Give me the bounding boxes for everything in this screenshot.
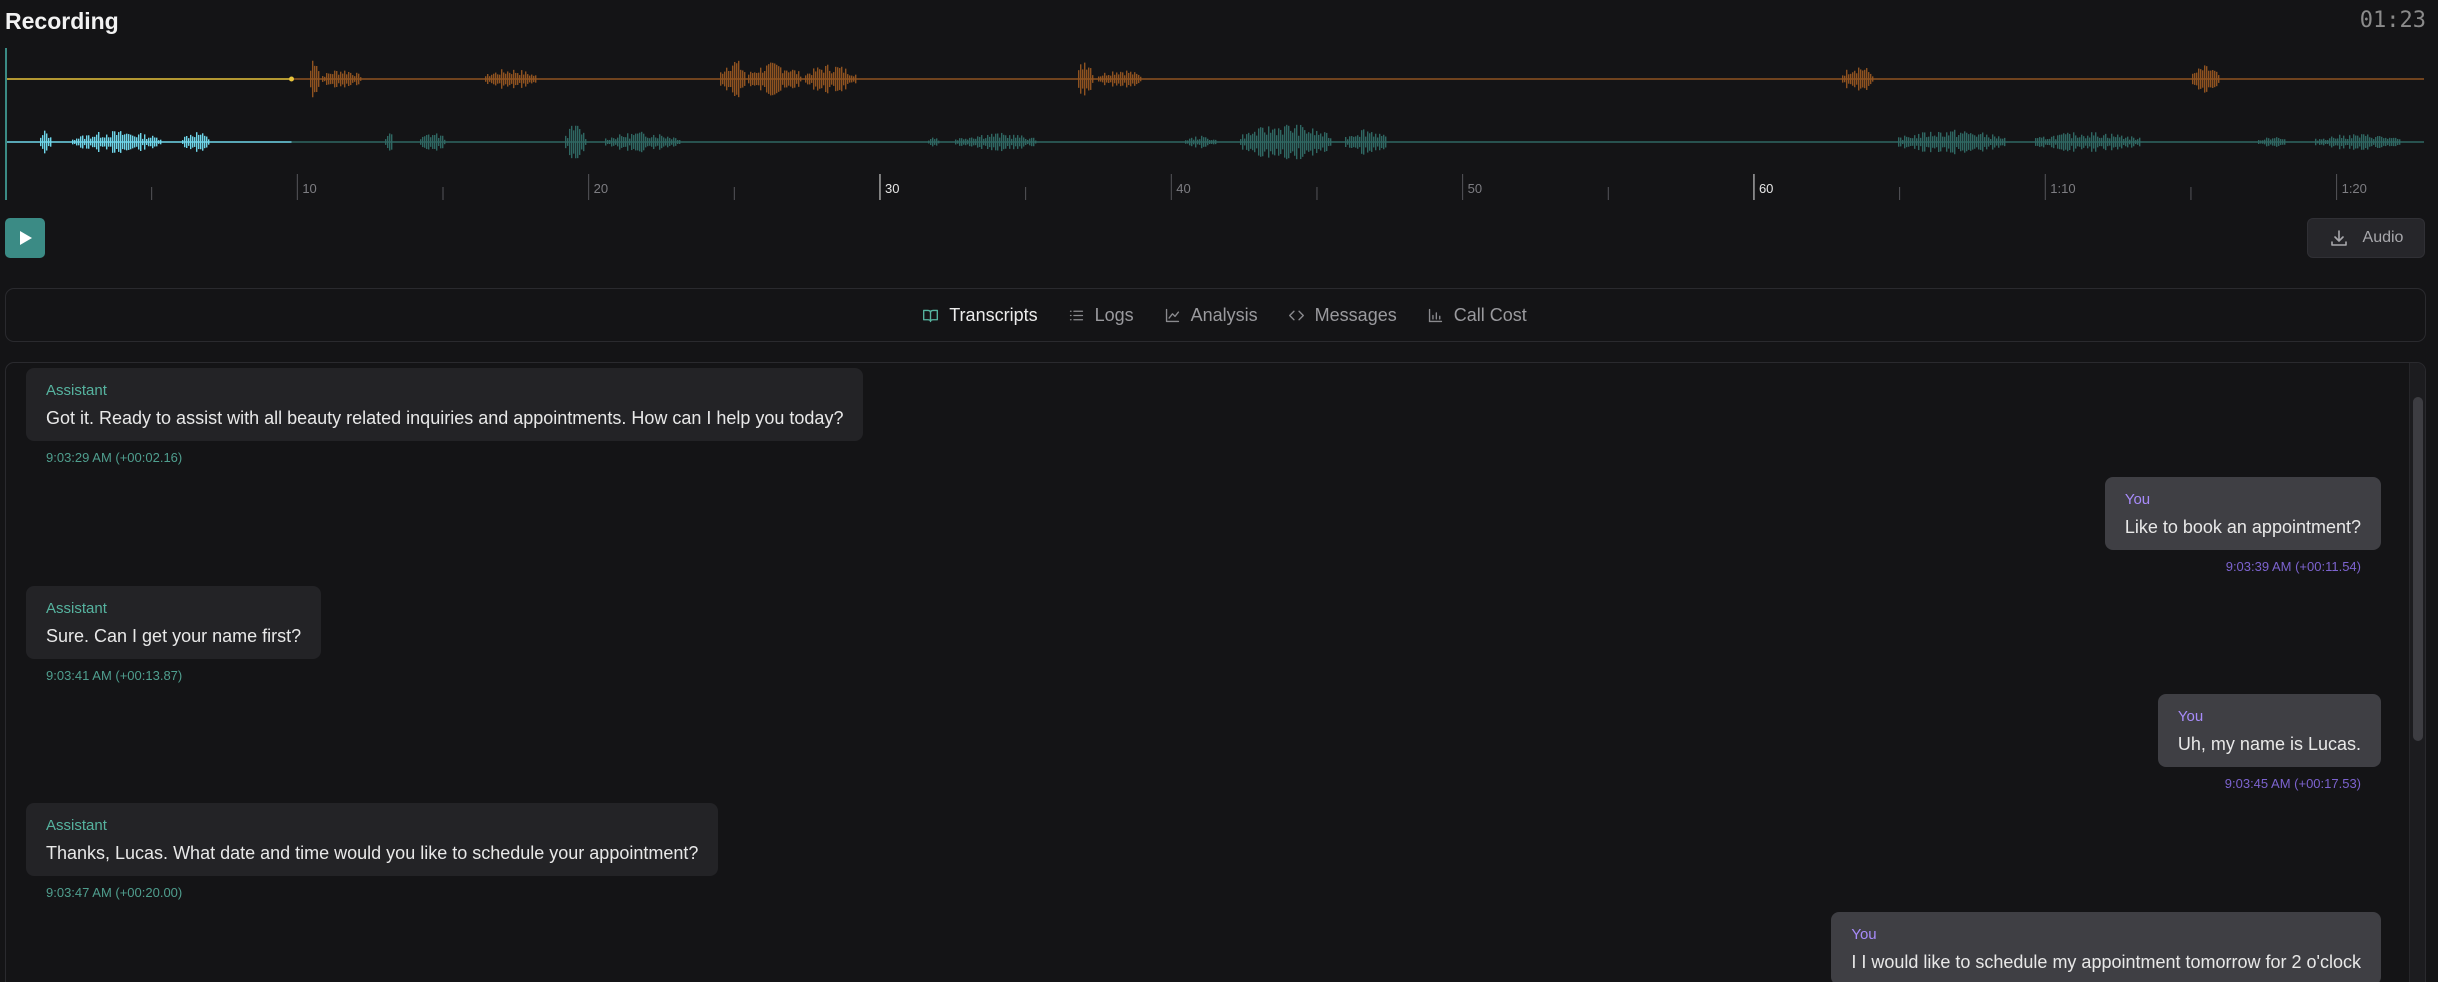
tab-logs[interactable]: Logs [1068, 305, 1134, 326]
book-open-icon [923, 309, 939, 322]
transcript-message: You I I would like to schedule my appoin… [1831, 912, 2381, 982]
waveform-channel-top [6, 60, 2424, 98]
transcript-panel[interactable]: Assistant Got it. Ready to assist with a… [5, 362, 2426, 982]
tab-label: Call Cost [1453, 304, 1527, 325]
timeline-tick-label: 10 [302, 181, 316, 196]
message-bubble: You Uh, my name is Lucas. [2157, 694, 2381, 767]
transcript-message: You Like to book an appointment? 9:03:39… [2104, 477, 2381, 574]
message-timestamp: 9:03:39 AM (+00:11.54) [2225, 559, 2361, 574]
list-icon [1069, 310, 1083, 320]
message-timestamp: 9:03:47 AM (+00:20.00) [46, 885, 183, 900]
tab-bar: Transcripts Logs Analysis Messages Call … [5, 288, 2426, 342]
message-bubble: You I I would like to schedule my appoin… [1831, 912, 2381, 982]
message-text: Like to book an appointment? [2124, 517, 2361, 537]
tab-call-cost[interactable]: Call Cost [1427, 305, 1527, 326]
timeline-tick-label: 50 [1468, 181, 1482, 196]
message-timestamp: 9:03:41 AM (+00:13.87) [46, 668, 183, 683]
code-icon [1288, 310, 1304, 320]
message-speaker: Assistant [46, 817, 107, 834]
playhead-marker [288, 76, 294, 82]
message-text: Got it. Ready to assist with all beauty … [46, 408, 844, 428]
tab-analysis[interactable]: Analysis [1164, 305, 1258, 326]
timeline-ticks: 10 20 30 40 50 60 1:10 1:20 [151, 174, 2367, 200]
transcript-message: Assistant Got it. Ready to assist with a… [26, 368, 864, 465]
transcript-scrollbar[interactable] [2409, 363, 2425, 982]
message-bubble: You Like to book an appointment? [2104, 477, 2381, 550]
timeline-tick-label: 60 [1759, 181, 1773, 196]
message-bubble: Assistant Thanks, Lucas. What date and t… [26, 803, 719, 876]
message-text: Uh, my name is Lucas. [2177, 734, 2361, 754]
scrollbar-thumb[interactable] [2413, 397, 2423, 741]
transcript-message: Assistant Thanks, Lucas. What date and t… [26, 803, 719, 900]
line-chart-icon [1165, 308, 1179, 322]
tab-label: Transcripts [949, 304, 1038, 325]
message-text: I I would like to schedule my appointmen… [1851, 952, 2361, 972]
download-audio-button[interactable]: Audio [2307, 218, 2425, 258]
audio-waveform[interactable]: 10 20 30 40 50 60 1:10 1:20 [0, 44, 2438, 204]
tab-label: Logs [1094, 304, 1134, 325]
bar-chart-icon [1428, 308, 1442, 322]
timeline-tick-label: 40 [1176, 181, 1190, 196]
tab-messages[interactable]: Messages [1288, 305, 1397, 326]
message-timestamp: 9:03:45 AM (+00:17.53) [2224, 776, 2361, 791]
tab-label: Messages [1314, 304, 1397, 325]
message-bubble: Assistant Got it. Ready to assist with a… [26, 368, 864, 441]
play-icon [20, 231, 32, 245]
message-bubble: Assistant Sure. Can I get your name firs… [26, 586, 322, 659]
tab-label: Analysis [1190, 304, 1258, 325]
timeline-tick-label: 1:10 [2050, 181, 2075, 196]
message-speaker: You [2177, 708, 2204, 725]
message-text: Sure. Can I get your name first? [46, 626, 302, 646]
waveform-channel-bottom [6, 124, 2424, 160]
message-speaker: Assistant [46, 382, 107, 399]
recording-title: Recording [5, 8, 119, 34]
download-audio-label: Audio [2362, 229, 2404, 246]
play-button[interactable] [5, 218, 45, 258]
timeline-tick-label: 20 [594, 181, 608, 196]
message-speaker: You [2124, 491, 2151, 508]
download-icon [2330, 230, 2347, 246]
transcript-message: You Uh, my name is Lucas. 9:03:45 AM (+0… [2157, 694, 2381, 791]
message-speaker: You [1851, 926, 1877, 943]
timeline-tick-label: 30 [885, 181, 899, 196]
transcript-message: Assistant Sure. Can I get your name firs… [26, 586, 322, 683]
message-timestamp: 9:03:29 AM (+00:02.16) [46, 450, 183, 465]
message-text: Thanks, Lucas. What date and time would … [46, 843, 699, 863]
recording-duration: 01:23 [2359, 8, 2426, 33]
recording-page: Recording 01:23 10 20 30 40 50 60 1:10 1:20 Aud… [0, 0, 2438, 982]
timeline-tick-label: 1:20 [2342, 181, 2367, 196]
message-speaker: Assistant [46, 600, 107, 617]
tab-transcripts[interactable]: Transcripts [922, 304, 1038, 326]
